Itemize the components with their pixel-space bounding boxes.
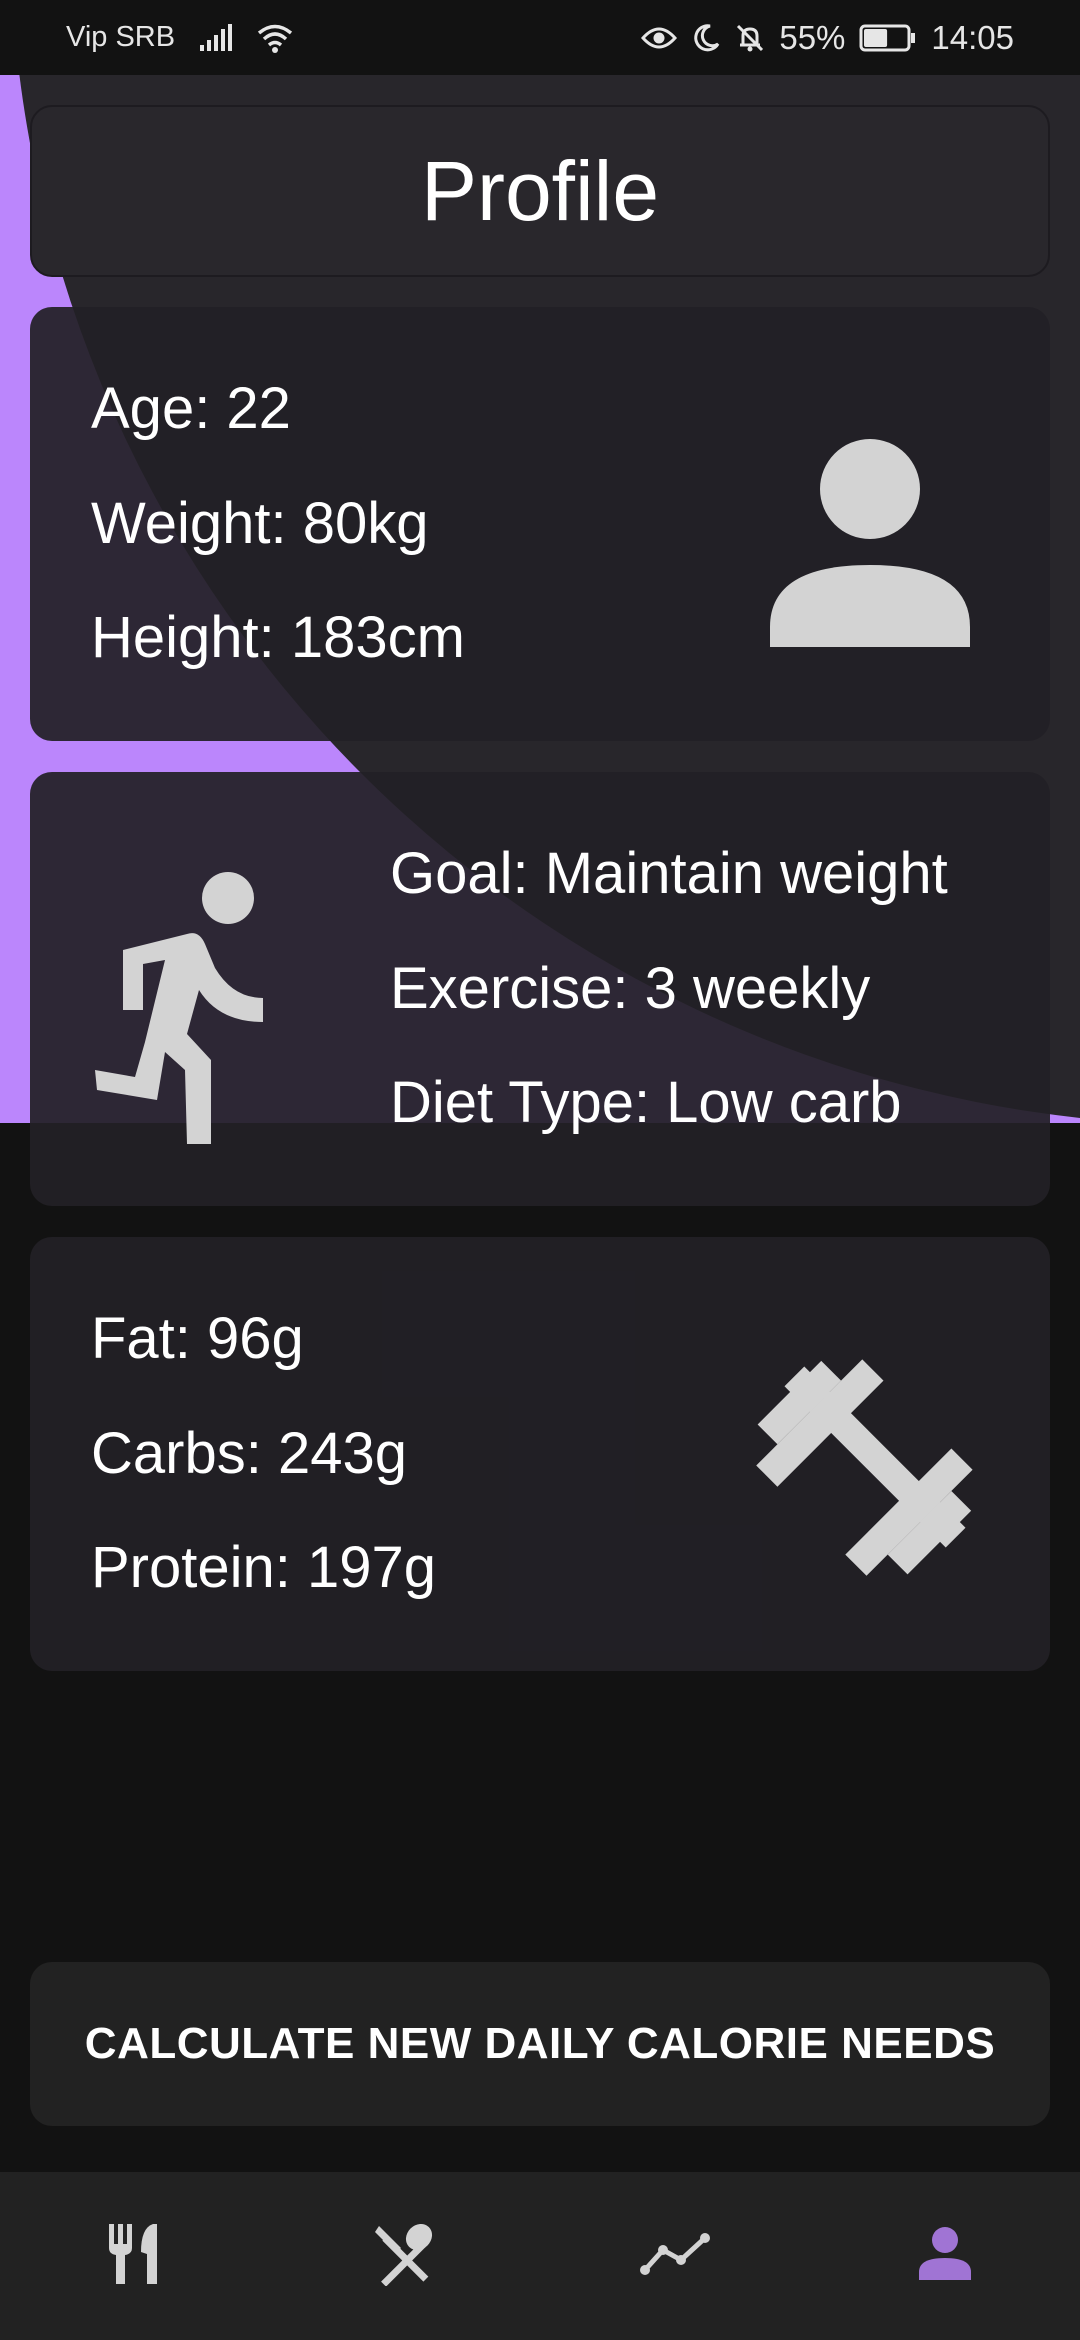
- weight-text: Weight: 80kg: [91, 491, 429, 556]
- bell-off-icon: [735, 23, 765, 53]
- protein-text: Protein: 197g: [91, 1535, 437, 1600]
- nav-item-dining[interactable]: [270, 2172, 540, 2340]
- nav-item-restaurant[interactable]: [0, 2172, 270, 2340]
- bottom-navigation: [0, 2172, 1080, 2340]
- running-person-icon: [95, 872, 305, 1152]
- nav-item-progress[interactable]: [540, 2172, 810, 2340]
- chart-line-icon: [639, 2230, 711, 2283]
- status-bar: Vip SRB 55% 14:05: [0, 0, 1080, 75]
- page-title-card: Profile: [30, 105, 1050, 277]
- exercise-text: Exercise: 3 weekly: [390, 956, 871, 1021]
- restaurant-icon: [103, 2222, 167, 2291]
- height-text: Height: 183cm: [91, 605, 465, 670]
- macros-info-card: Fat: 96g Carbs: 243g Protein: 197g: [30, 1237, 1050, 1671]
- eye-icon: [641, 25, 678, 51]
- fat-text: Fat: 96g: [91, 1306, 304, 1371]
- signal-icon: [199, 23, 233, 52]
- goal-info-card: Goal: Maintain weight Exercise: 3 weekly…: [30, 772, 1050, 1206]
- person-icon: [917, 2226, 973, 2287]
- clock: 14:05: [931, 18, 1014, 56]
- carbs-text: Carbs: 243g: [91, 1421, 407, 1486]
- carrier-label: Vip SRB: [66, 21, 176, 53]
- goal-text: Goal: Maintain weight: [390, 841, 948, 906]
- dining-icon: [373, 2222, 437, 2291]
- page-title: Profile: [420, 143, 660, 238]
- dumbbell-icon: [745, 1327, 1005, 1592]
- calculate-calorie-needs-button[interactable]: CALCULATE NEW DAILY CALORIE NEEDS: [30, 1962, 1050, 2126]
- profile-info-card: Age: 22 Weight: 80kg Height: 183cm: [30, 307, 1050, 741]
- nav-item-profile[interactable]: [810, 2172, 1080, 2340]
- moon-icon: [691, 23, 721, 53]
- person-icon: [770, 437, 970, 652]
- age-text: Age: 22: [91, 376, 291, 441]
- diet-type-text: Diet Type: Low carb: [390, 1070, 902, 1135]
- battery-icon: [859, 23, 917, 53]
- battery-percent: 55%: [779, 18, 846, 56]
- wifi-icon: [257, 23, 293, 53]
